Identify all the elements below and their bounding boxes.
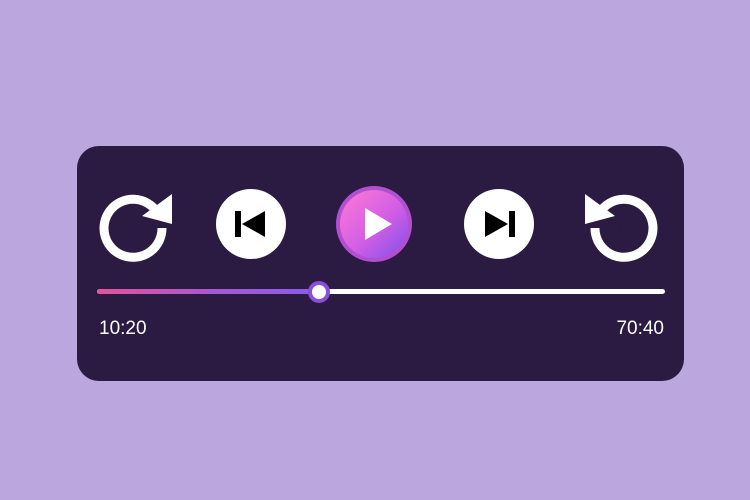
skip-backward-button[interactable]: 10 (582, 184, 662, 264)
next-button[interactable] (459, 184, 539, 264)
play-button[interactable] (334, 184, 414, 264)
skip-previous-icon (216, 189, 286, 259)
progress-fill (97, 289, 319, 294)
skip-backward-10-icon: 10 (585, 194, 658, 262)
total-time: 70:40 (616, 318, 664, 339)
skip-next-icon (464, 189, 534, 259)
media-player: 10 10 10:20 70:40 (77, 146, 684, 381)
elapsed-time: 10:20 (99, 318, 147, 339)
skip-forward-10-icon: 10 (99, 194, 172, 262)
progress-track[interactable] (97, 280, 665, 303)
skip-forward-seconds: 10 (119, 220, 143, 242)
skip-forward-button[interactable]: 10 (95, 184, 175, 264)
play-icon (336, 186, 412, 262)
progress-thumb[interactable] (307, 280, 330, 303)
skip-backward-seconds: 10 (614, 220, 638, 242)
previous-button[interactable] (211, 184, 291, 264)
